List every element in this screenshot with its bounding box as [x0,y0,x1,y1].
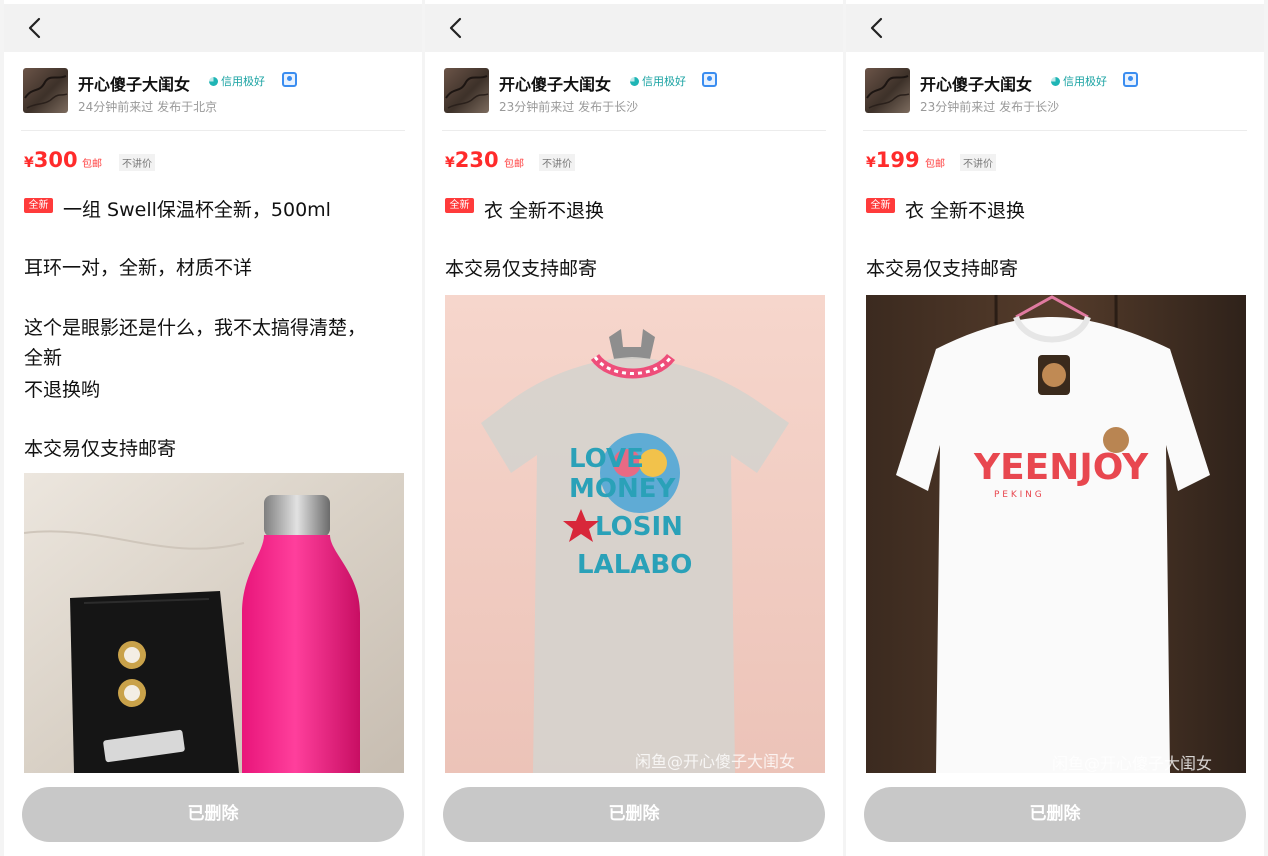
divider [442,130,826,131]
price-value: 199 [875,148,920,172]
top-bar [425,4,843,52]
product-photo[interactable] [24,473,404,773]
price-value: 300 [33,148,78,172]
description-line: 本交易仅支持邮寄 [24,438,177,460]
price: ¥230 [445,148,499,172]
description-line: 这个是眼影还是什么，我不太搞得清楚， [24,317,367,339]
listing-title: 衣 全新不退换 [905,200,1026,222]
seller-name[interactable]: 开心傻子大闺女 [78,71,190,95]
seller-meta: 23分钟前来过 发布于长沙 [920,100,1060,114]
shirt-text: YEENJOY [973,447,1149,488]
chevron-left-icon[interactable] [443,14,471,42]
credit-label: 信用极好 [221,75,265,88]
product-photo[interactable]: LOVE MONEY LOSIN LALABO 闲鱼@开心傻子大闺女 [445,295,825,773]
no-bargain-tag: 不讲价 [539,154,575,171]
divider [21,130,405,131]
description-line: 本交易仅支持邮寄 [445,258,598,280]
description-line: 不退换哟 [24,379,101,401]
avatar[interactable] [23,68,68,113]
listing-title: 一组 Swell保温杯全新，500ml [63,199,331,221]
top-bar [846,4,1264,52]
credit-icon [1051,76,1060,86]
verified-id-icon [282,72,297,87]
new-tag: 全新 [24,198,53,213]
white-tshirt-photo: YEENJOY P E K I N G 闲鱼@开心傻子大闺女 [866,295,1246,773]
shirt-text: MONEY [569,474,676,504]
shirt-text: P E K I N G [994,490,1042,500]
credit-badge: 信用极好 [630,73,686,89]
product-photo[interactable]: YEENJOY P E K I N G 闲鱼@开心傻子大闺女 [866,295,1246,773]
credit-label: 信用极好 [1063,75,1107,88]
currency-symbol: ¥ [24,155,34,171]
new-tag: 全新 [445,198,474,213]
mesh-tshirt-photo: LOVE MONEY LOSIN LALABO 闲鱼@开心傻子大闺女 [445,295,825,773]
verified-id-icon [702,72,717,87]
deleted-button[interactable]: 已删除 [22,787,404,842]
top-bar [4,4,422,52]
no-bargain-tag: 不讲价 [960,154,996,171]
description-line: 本交易仅支持邮寄 [866,258,1019,280]
price: ¥199 [866,148,920,172]
listing-panel-2: 开心傻子大闺女 信用极好 23分钟前来过 发布于长沙 ¥230 包邮 不讲价 全… [425,0,843,856]
shirt-text: LOSIN [595,512,683,542]
deleted-button[interactable]: 已删除 [864,787,1246,842]
description-line: 全新 [24,347,63,369]
shirt-text: LALABO [577,550,692,580]
shipping-tag: 包邮 [925,159,945,170]
seller-name[interactable]: 开心傻子大闺女 [920,71,1032,95]
avatar[interactable] [865,68,910,113]
seller-meta: 24分钟前来过 发布于北京 [78,100,218,114]
description-line: 耳环一对，全新，材质不详 [24,257,253,279]
currency-symbol: ¥ [866,155,876,171]
watermark: 闲鱼@开心傻子大闺女 [635,752,795,771]
price: ¥300 [24,148,78,172]
deleted-button[interactable]: 已删除 [443,787,825,842]
listing-panel-3: 开心傻子大闺女 信用极好 23分钟前来过 发布于长沙 ¥199 包邮 不讲价 全… [846,0,1264,856]
credit-icon [209,76,218,86]
no-bargain-tag: 不讲价 [119,154,155,171]
listing-title: 衣 全新不退换 [484,200,605,222]
chevron-left-icon[interactable] [22,14,50,42]
watermark: 闲鱼@开心傻子大闺女 [1052,754,1212,773]
credit-icon [630,76,639,86]
avatar[interactable] [444,68,489,113]
seller-meta: 23分钟前来过 发布于长沙 [499,100,639,114]
credit-label: 信用极好 [642,75,686,88]
listing-panel-1: 开心傻子大闺女 信用极好 24分钟前来过 发布于北京 ¥300 包邮 不讲价 全… [4,0,422,856]
divider [863,130,1247,131]
currency-symbol: ¥ [445,155,455,171]
credit-badge: 信用极好 [1051,73,1107,89]
verified-id-icon [1123,72,1138,87]
price-value: 230 [454,148,499,172]
chevron-left-icon[interactable] [864,14,892,42]
seller-name[interactable]: 开心傻子大闺女 [499,71,611,95]
bottle-earrings-photo [24,473,404,773]
shirt-text: LOVE [569,444,644,474]
shipping-tag: 包邮 [504,159,524,170]
new-tag: 全新 [866,198,895,213]
shipping-tag: 包邮 [82,159,102,170]
credit-badge: 信用极好 [209,73,265,89]
